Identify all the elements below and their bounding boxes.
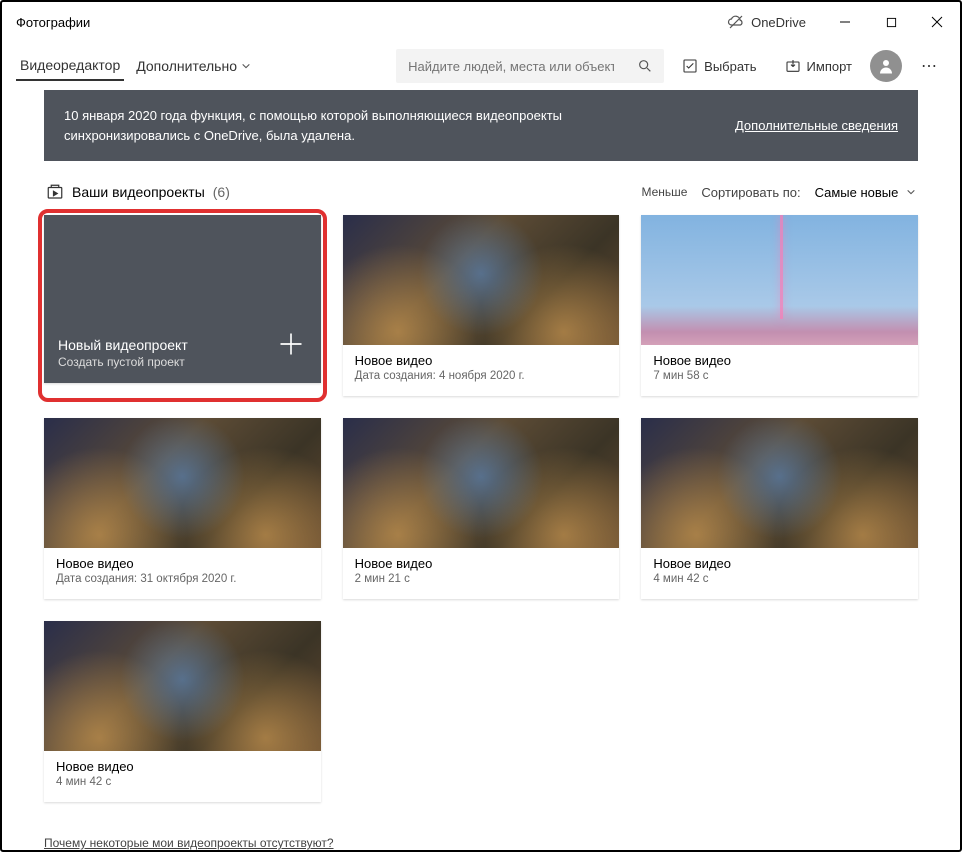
- minimize-button[interactable]: [822, 2, 868, 42]
- project-card[interactable]: Новое видео 4 мин 42 с: [641, 418, 918, 599]
- projects-grid: Новый видеопроект Создать пустой проект …: [44, 215, 918, 802]
- window-controls: [822, 2, 960, 42]
- toolbar: Видеоредактор Дополнительно Выбрать Импо…: [2, 42, 960, 90]
- import-button[interactable]: Импорт: [775, 52, 862, 80]
- new-project-subtitle: Создать пустой проект: [58, 355, 307, 369]
- window-title: Фотографии: [16, 15, 90, 30]
- select-label: Выбрать: [704, 59, 756, 74]
- tab-video-editor[interactable]: Видеоредактор: [16, 51, 124, 81]
- checkbox-icon: [682, 58, 698, 74]
- more-icon: ⋯: [921, 56, 939, 76]
- person-icon: [877, 57, 895, 75]
- project-title: Новое видео: [355, 556, 608, 571]
- project-card[interactable]: Новое видео 7 мин 58 с: [641, 215, 918, 396]
- project-thumbnail: [343, 215, 620, 345]
- sort-dropdown[interactable]: Самые новые: [815, 185, 916, 200]
- notice-banner: 10 января 2020 года функция, с помощью к…: [44, 90, 918, 161]
- project-thumbnail: [641, 215, 918, 345]
- banner-text: 10 января 2020 года функция, с помощью к…: [64, 106, 624, 145]
- import-label: Импорт: [807, 59, 852, 74]
- tab-more[interactable]: Дополнительно: [132, 52, 255, 80]
- project-subtitle: 7 мин 58 с: [653, 370, 906, 382]
- import-icon: [785, 58, 801, 74]
- project-subtitle: 4 мин 42 с: [653, 573, 906, 585]
- user-avatar[interactable]: [870, 50, 902, 82]
- project-title: Новое видео: [56, 556, 309, 571]
- onedrive-status[interactable]: OneDrive: [717, 13, 816, 31]
- project-thumbnail: [44, 621, 321, 751]
- project-card[interactable]: Новое видео Дата создания: 4 ноября 2020…: [343, 215, 620, 396]
- project-thumbnail: [44, 418, 321, 548]
- project-subtitle: 2 мин 21 с: [355, 573, 608, 585]
- project-thumbnail: [641, 418, 918, 548]
- cloud-off-icon: [727, 13, 745, 31]
- video-projects-icon: [46, 183, 64, 201]
- project-title: Новое видео: [355, 353, 608, 368]
- project-card[interactable]: Новое видео Дата создания: 31 октября 20…: [44, 418, 321, 599]
- project-subtitle: Дата создания: 31 октября 2020 г.: [56, 573, 309, 585]
- plus-icon: [277, 330, 305, 363]
- project-title: Новое видео: [56, 759, 309, 774]
- section-count: (6): [213, 184, 230, 200]
- project-card[interactable]: Новое видео 4 мин 42 с: [44, 621, 321, 802]
- chevron-down-icon: [906, 187, 916, 197]
- search-icon: [637, 58, 653, 74]
- search-button[interactable]: [626, 49, 664, 83]
- titlebar: Фотографии OneDrive: [2, 2, 960, 42]
- search-box[interactable]: [396, 49, 664, 83]
- collapse-link[interactable]: Меньше: [641, 185, 687, 199]
- project-subtitle: 4 мин 42 с: [56, 776, 309, 788]
- project-subtitle: Дата создания: 4 ноября 2020 г.: [355, 370, 608, 382]
- section-title: Ваши видеопроекты: [72, 184, 205, 200]
- onedrive-label: OneDrive: [751, 15, 806, 30]
- maximize-button[interactable]: [868, 2, 914, 42]
- project-card[interactable]: Новое видео 2 мин 21 с: [343, 418, 620, 599]
- titlebar-right: OneDrive: [717, 2, 960, 42]
- banner-more-link[interactable]: Дополнительные сведения: [735, 116, 898, 136]
- close-button[interactable]: [914, 2, 960, 42]
- search-input[interactable]: [396, 59, 626, 74]
- more-button[interactable]: ⋯: [910, 46, 950, 86]
- content-area: 10 января 2020 года функция, с помощью к…: [2, 90, 960, 850]
- project-title: Новое видео: [653, 353, 906, 368]
- chevron-down-icon: [241, 61, 251, 71]
- project-thumbnail: [343, 418, 620, 548]
- select-button[interactable]: Выбрать: [672, 52, 766, 80]
- section-header: Ваши видеопроекты (6) Меньше Сортировать…: [44, 161, 918, 209]
- new-project-card[interactable]: Новый видеопроект Создать пустой проект: [44, 215, 321, 396]
- tab-more-label: Дополнительно: [136, 58, 237, 74]
- app-window: Фотографии OneDrive Видеоредактор Дополн…: [0, 0, 962, 852]
- new-project-title: Новый видеопроект: [58, 337, 307, 353]
- missing-projects-link[interactable]: Почему некоторые мои видеопроекты отсутс…: [44, 836, 334, 850]
- project-title: Новое видео: [653, 556, 906, 571]
- sort-label: Сортировать по:: [701, 185, 800, 200]
